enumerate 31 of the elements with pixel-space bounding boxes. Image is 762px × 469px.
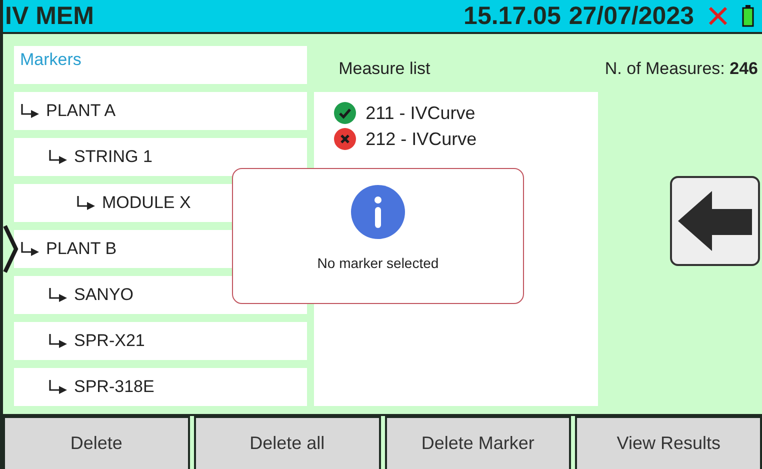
arrow-icon	[76, 196, 96, 210]
left-arrow-icon	[678, 189, 752, 253]
measure-item[interactable]: 211 - IVCurve	[334, 102, 578, 124]
action-button[interactable]: Delete Marker	[384, 416, 572, 469]
action-button[interactable]: View Results	[575, 416, 762, 469]
date: 27/07/2023	[568, 2, 694, 30]
marker-item[interactable]: SPR-X21	[14, 322, 307, 360]
marker-item[interactable]: PLANT A	[14, 92, 307, 130]
screen-title: IV MEM	[5, 2, 95, 30]
measure-item[interactable]: 212 - IVCurve	[334, 128, 578, 150]
check-icon	[334, 102, 356, 124]
measure-count: N. of Measures: 246	[604, 58, 759, 80]
dialog-message: No marker selected	[317, 255, 439, 271]
arrow-icon	[20, 242, 40, 256]
markers-heading: Markers	[14, 46, 307, 84]
action-button[interactable]: Delete all	[194, 416, 380, 469]
cross-icon	[334, 128, 356, 150]
back-button[interactable]	[670, 176, 760, 266]
arrow-icon	[48, 288, 68, 302]
marker-item[interactable]: STRING 1	[14, 138, 307, 176]
action-button[interactable]: Delete	[3, 416, 190, 469]
arrow-icon	[48, 150, 68, 164]
close-icon[interactable]	[708, 6, 728, 26]
info-icon	[351, 185, 405, 239]
battery-icon	[742, 5, 754, 27]
clock-time: 15.17.05	[464, 2, 561, 30]
measure-list-label: Measure list	[338, 59, 430, 79]
marker-item[interactable]: SPR-318E	[14, 368, 307, 406]
arrow-icon	[20, 104, 40, 118]
arrow-icon	[48, 380, 68, 394]
arrow-icon	[48, 334, 68, 348]
